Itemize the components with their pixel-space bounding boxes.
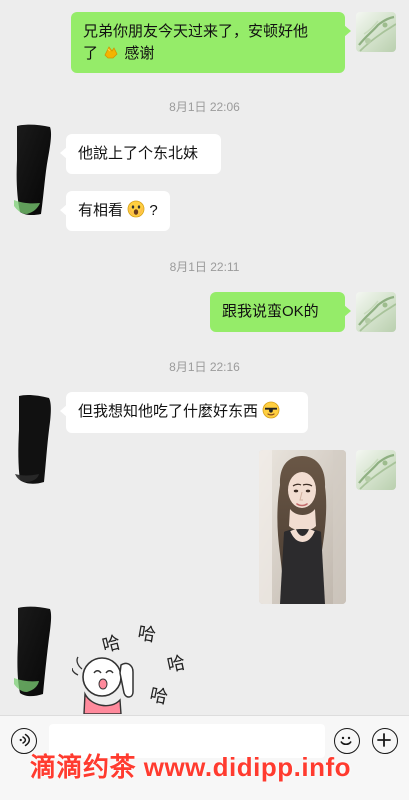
contact-avatar[interactable] xyxy=(14,394,54,486)
message-text: 有相看 xyxy=(78,202,124,219)
sunglasses-emoji-icon xyxy=(262,401,280,419)
message-text: 但我想知他吃了什麼好东西 xyxy=(78,403,259,420)
shared-photo[interactable] xyxy=(259,450,346,604)
chat-screen: 兄弟你朋友今天过来了，安顿好他 了 感谢 8月1日 22:06 他說上了个东北妹 xyxy=(0,0,409,800)
my-avatar[interactable] xyxy=(356,450,396,490)
message-bubble-incoming[interactable]: 但我想知他吃了什麼好东西 xyxy=(60,392,308,433)
scream-emoji-icon xyxy=(127,200,145,218)
message-text: ? xyxy=(149,202,158,219)
message-text: 兄弟你朋友今天过来了，安顿好他 xyxy=(83,23,309,40)
timestamp: 8月1日 22:11 xyxy=(169,260,240,274)
contact-avatar[interactable] xyxy=(14,606,54,698)
my-avatar[interactable] xyxy=(356,12,396,52)
message-bubble-incoming[interactable]: 有相看 ? xyxy=(60,191,170,231)
my-avatar[interactable] xyxy=(356,292,396,332)
message-text: 感谢 xyxy=(124,45,155,62)
message-bubble-outgoing[interactable]: 兄弟你朋友今天过来了，安顿好他 了 感谢 xyxy=(71,12,351,73)
message-text: 他說上了个东北妹 xyxy=(78,145,199,162)
message-text: 跟我说蛮OK的 xyxy=(222,303,319,320)
timestamp: 8月1日 22:06 xyxy=(169,100,240,114)
message-bubble-incoming[interactable]: 他說上了个东北妹 xyxy=(60,134,221,174)
timestamp: 8月1日 22:16 xyxy=(169,360,240,374)
message-text: 了 xyxy=(83,45,99,62)
watermark-text: 滴滴约茶 www.didipp.info xyxy=(30,752,351,782)
message-bubble-outgoing[interactable]: 跟我说蛮OK的 xyxy=(210,292,351,332)
contact-avatar[interactable] xyxy=(14,124,54,216)
clap-emoji-icon xyxy=(102,43,120,61)
sticker[interactable]: 哈 哈 哈 哈 xyxy=(71,622,202,715)
plus-icon[interactable] xyxy=(372,728,398,754)
